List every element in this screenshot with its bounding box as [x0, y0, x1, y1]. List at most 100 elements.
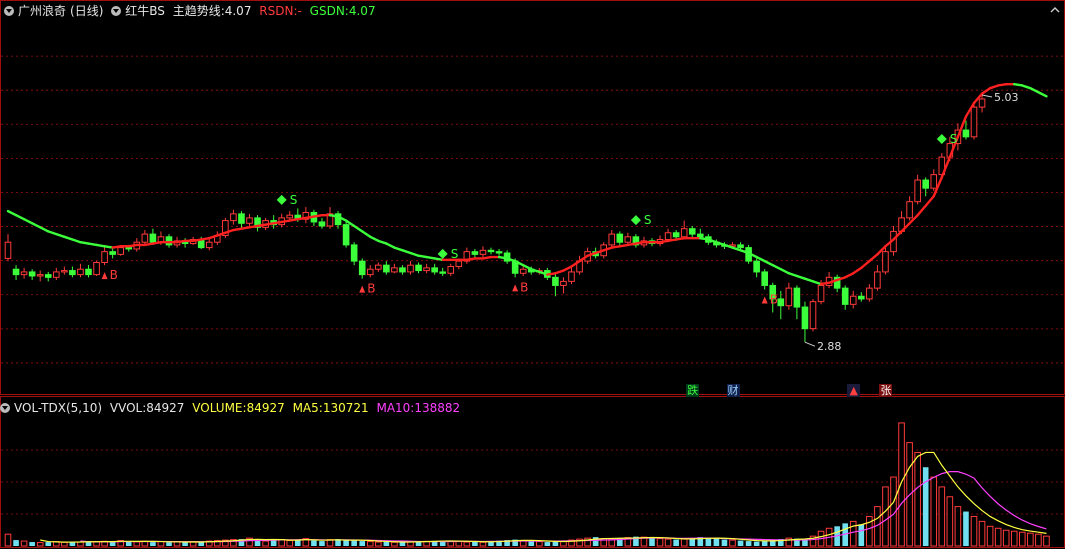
- trend-line-segment: [328, 213, 340, 218]
- trend-line-segment: [868, 253, 879, 263]
- volume-bar: [946, 496, 954, 547]
- candle-body: [914, 179, 921, 203]
- trend-line-segment: [191, 238, 203, 243]
- volume-bar: [375, 541, 382, 547]
- trend-line-segment: [240, 226, 251, 230]
- event-badge[interactable]: 张: [879, 384, 893, 397]
- trend-line-segment: [6, 209, 18, 217]
- trend-line-segment: [924, 195, 935, 207]
- buy-signal-icon: [101, 272, 108, 280]
- volume-bar: [858, 524, 865, 546]
- candle-body: [238, 213, 245, 224]
- candle-body: [874, 271, 881, 289]
- trend-line-segment: [618, 243, 630, 248]
- volume-bar: [849, 520, 857, 547]
- trend-line-segment: [465, 257, 477, 261]
- trend-line-segment: [55, 232, 66, 239]
- volume-bar: [399, 542, 406, 546]
- candle-body: [423, 267, 430, 272]
- trend-line-segment: [699, 236, 710, 241]
- volume-bar: [13, 540, 19, 546]
- trend-line-segment: [111, 245, 122, 249]
- candle-body: [801, 306, 809, 330]
- volume-bar: [173, 541, 181, 547]
- candle-body: [383, 264, 390, 273]
- volume-bar: [713, 538, 720, 546]
- trend-line-segment: [860, 259, 871, 270]
- volume-bar: [166, 542, 172, 546]
- buy-signal-icon: [761, 296, 768, 304]
- trend-line-segment: [280, 219, 291, 224]
- indicator-menu-icon[interactable]: [0, 402, 10, 413]
- trend-line-segment: [497, 255, 509, 260]
- candle-body: [922, 179, 930, 189]
- trend-line-segment: [47, 230, 58, 236]
- candle-body: [608, 233, 616, 246]
- candle-body: [165, 236, 173, 246]
- volume-bar: [1035, 533, 1042, 547]
- candle-body: [246, 217, 253, 224]
- candle-body: [117, 247, 125, 255]
- volume-bar: [472, 541, 478, 546]
- trend-line-segment: [1021, 84, 1032, 90]
- candle-body: [866, 287, 873, 300]
- vvol-label: VVOL:: [109, 401, 147, 415]
- candle-body: [439, 271, 446, 274]
- trend-line-segment: [844, 272, 855, 279]
- event-badge[interactable]: 财: [726, 384, 740, 397]
- volume-value: 84927: [246, 401, 285, 415]
- volume-bar: [1002, 529, 1010, 547]
- trend-line-segment: [296, 216, 308, 221]
- volume-bar: [753, 541, 760, 546]
- volume-bar: [737, 540, 744, 546]
- volume-bar: [463, 541, 471, 547]
- volume-bar: [680, 538, 688, 547]
- candle-body: [487, 249, 495, 253]
- trend-line-segment: [22, 218, 34, 225]
- trend-line-segment: [361, 230, 372, 239]
- trend-line-segment: [779, 268, 791, 275]
- candle-body: [552, 276, 559, 286]
- ma5-value: 130721: [322, 401, 369, 415]
- candle-body: [230, 213, 237, 222]
- trend-line-segment: [63, 235, 74, 241]
- sell-signal-icon: [936, 134, 947, 145]
- candle-body: [125, 247, 133, 250]
- volume-bar: [986, 525, 994, 547]
- candle-body: [61, 270, 68, 273]
- trend-line-segment: [1013, 82, 1024, 87]
- trend-line-segment: [103, 245, 114, 249]
- volume-bar: [544, 542, 551, 546]
- volume-bar: [4, 533, 12, 547]
- trend-line-segment: [79, 241, 90, 245]
- trend-line-segment: [980, 86, 992, 95]
- candle-body: [101, 251, 108, 263]
- event-badge[interactable]: 跌: [686, 384, 700, 397]
- sell-signal-label: S: [644, 213, 652, 227]
- trend-line-segment: [232, 227, 243, 232]
- volume-bar: [278, 539, 285, 547]
- ma10-label: MA10:: [376, 401, 415, 415]
- trend-line-segment: [409, 251, 420, 257]
- trend-line-segment: [199, 236, 211, 241]
- event-badge[interactable]: ▲: [847, 384, 861, 397]
- volume-bar: [963, 511, 969, 546]
- buy-signal-label: B: [110, 268, 118, 282]
- candle-body: [85, 268, 92, 276]
- volume-bar: [882, 486, 889, 547]
- candle-body: [447, 266, 455, 274]
- trend-line-segment: [377, 239, 388, 245]
- price-chart: B B B B S S S S 5.03 2.88: [0, 0, 1065, 548]
- volume-bar: [319, 541, 325, 546]
- candle-body: [978, 98, 986, 108]
- candle-body: [205, 241, 213, 249]
- volume-bar: [1010, 530, 1018, 547]
- volume-bar: [77, 541, 84, 547]
- candle-body: [882, 251, 889, 273]
- candle-body: [12, 268, 20, 276]
- ma10-value: 138882: [414, 401, 461, 415]
- trend-line-segment: [151, 241, 163, 245]
- candle-body: [849, 295, 857, 305]
- volume-bar: [536, 541, 543, 547]
- candle-body: [93, 261, 100, 276]
